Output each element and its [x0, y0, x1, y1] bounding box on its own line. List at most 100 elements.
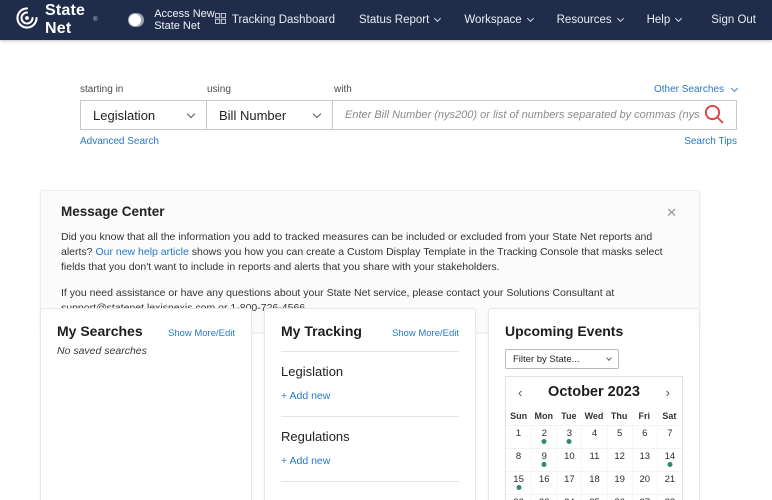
day-number: 2 — [542, 428, 547, 439]
scope-select[interactable]: Legislation — [80, 100, 207, 130]
calendar-day[interactable]: 16 — [531, 471, 556, 494]
calendar-day[interactable]: 7 — [657, 425, 682, 448]
close-icon[interactable]: ✕ — [664, 204, 679, 221]
message-center-body: Did you know that all the information yo… — [61, 230, 679, 316]
nav-status-report[interactable]: Status Report — [359, 14, 440, 26]
event-dot-icon — [667, 462, 672, 467]
my-tracking-header: My Tracking Show More/Edit — [281, 323, 459, 339]
grid-icon — [215, 13, 226, 27]
weekday-label: Fri — [632, 408, 657, 425]
calendar-next-button[interactable]: › — [664, 386, 672, 399]
main-nav: Tracking Dashboard Status Report Workspa… — [215, 13, 756, 27]
calendar-day[interactable]: 6 — [632, 425, 657, 448]
calendar-day[interactable]: 4 — [581, 425, 606, 448]
add-new-legislation-link[interactable]: + Add new — [281, 390, 330, 402]
event-dot-icon — [516, 485, 521, 490]
nav-workspace[interactable]: Workspace — [464, 14, 532, 26]
day-number: 12 — [614, 451, 625, 462]
day-number: 19 — [614, 474, 625, 485]
advanced-search-link[interactable]: Advanced Search — [80, 136, 159, 147]
calendar-day[interactable]: 20 — [632, 471, 657, 494]
calendar-day[interactable]: 17 — [556, 471, 581, 494]
calendar-day[interactable]: 18 — [581, 471, 606, 494]
with-label: with — [334, 84, 654, 95]
top-navbar: State Net® Access New State Net Tracking… — [0, 0, 772, 40]
my-tracking-title: My Tracking — [281, 323, 362, 339]
search-type-select[interactable]: Bill Number — [206, 100, 333, 130]
day-number: 13 — [639, 451, 650, 462]
chevron-down-icon — [731, 84, 738, 91]
calendar-day[interactable]: 25 — [581, 494, 606, 500]
filter-by-state-value: Filter by State... — [513, 354, 580, 365]
nav-tracking-dashboard[interactable]: Tracking Dashboard — [215, 13, 335, 27]
divider — [281, 351, 459, 352]
day-number: 10 — [564, 451, 575, 462]
nav-help[interactable]: Help — [647, 14, 682, 26]
chevron-down-icon — [434, 15, 441, 22]
calendar-day[interactable]: 27 — [632, 494, 657, 500]
day-number: 5 — [617, 428, 622, 439]
chevron-down-icon — [187, 109, 195, 117]
calendar-grid: 1234567891011121314151617181920212223242… — [506, 425, 682, 500]
calendar-day[interactable]: 19 — [607, 471, 632, 494]
calendar-day[interactable]: 22 — [506, 494, 531, 500]
calendar-day[interactable]: 1 — [506, 425, 531, 448]
my-searches-show-more-link[interactable]: Show More/Edit — [168, 328, 235, 339]
calendar-day[interactable]: 5 — [607, 425, 632, 448]
access-new-statenet-toggle[interactable] — [128, 13, 145, 27]
calendar-day[interactable]: 8 — [506, 448, 531, 471]
search-labels-row: starting in using with Other Searches — [80, 84, 737, 95]
search-fields-row: Legislation Bill Number — [80, 100, 737, 130]
weekday-label: Sun — [506, 408, 531, 425]
chevron-down-icon — [675, 15, 682, 22]
calendar-day[interactable]: 15 — [506, 471, 531, 494]
dashboard-cards: My Searches Show More/Edit No saved sear… — [40, 308, 700, 500]
calendar-day[interactable]: 28 — [657, 494, 682, 500]
search-button[interactable] — [700, 102, 728, 128]
my-searches-header: My Searches Show More/Edit — [57, 323, 235, 339]
filter-by-state-select[interactable]: Filter by State... — [505, 349, 619, 369]
calendar-day[interactable]: 13 — [632, 448, 657, 471]
calendar-day[interactable]: 2 — [531, 425, 556, 448]
toggle-knob — [129, 14, 141, 26]
nav-item-label: Workspace — [464, 14, 521, 26]
add-new-regulations-link[interactable]: + Add new — [281, 455, 330, 467]
logo-text: State Net — [45, 2, 85, 38]
search-links-row: Advanced Search Search Tips — [80, 136, 737, 147]
calendar-day[interactable]: 10 — [556, 448, 581, 471]
day-number: 6 — [642, 428, 647, 439]
day-number: 8 — [516, 451, 521, 462]
toggle-label: Access New State Net — [154, 8, 215, 32]
tracking-section-legislation: Legislation + Add new — [281, 364, 459, 404]
my-searches-card: My Searches Show More/Edit No saved sear… — [40, 308, 252, 500]
calendar-day[interactable]: 14 — [657, 448, 682, 471]
calendar-day[interactable]: 21 — [657, 471, 682, 494]
calendar-day[interactable]: 9 — [531, 448, 556, 471]
calendar-day[interactable]: 3 — [556, 425, 581, 448]
calendar-month-label: October 2023 — [548, 384, 640, 400]
day-number: 17 — [564, 474, 575, 485]
nav-resources[interactable]: Resources — [557, 14, 623, 26]
calendar-day[interactable]: 24 — [556, 494, 581, 500]
day-number: 20 — [639, 474, 650, 485]
nav-sign-out[interactable]: Sign Out — [711, 14, 756, 26]
help-article-link[interactable]: Our new help article — [95, 246, 188, 258]
search-tips-link[interactable]: Search Tips — [684, 136, 737, 147]
calendar-prev-button[interactable]: ‹ — [516, 386, 524, 399]
calendar-day[interactable]: 12 — [607, 448, 632, 471]
divider — [281, 481, 459, 482]
calendar-day[interactable]: 11 — [581, 448, 606, 471]
other-searches-link[interactable]: Other Searches — [654, 84, 737, 95]
calendar-day[interactable]: 23 — [531, 494, 556, 500]
day-number: 7 — [667, 428, 672, 439]
calendar-day[interactable]: 26 — [607, 494, 632, 500]
my-tracking-show-more-link[interactable]: Show More/Edit — [392, 328, 459, 339]
statenet-logo[interactable]: State Net® — [16, 2, 98, 38]
search-input-container — [332, 100, 737, 130]
search-input[interactable] — [345, 109, 700, 121]
upcoming-events-header: Upcoming Events — [505, 323, 683, 339]
day-number: 16 — [539, 474, 550, 485]
tracking-section-label: Legislation — [281, 364, 459, 379]
weekday-label: Tue — [556, 408, 581, 425]
weekday-label: Mon — [531, 408, 556, 425]
